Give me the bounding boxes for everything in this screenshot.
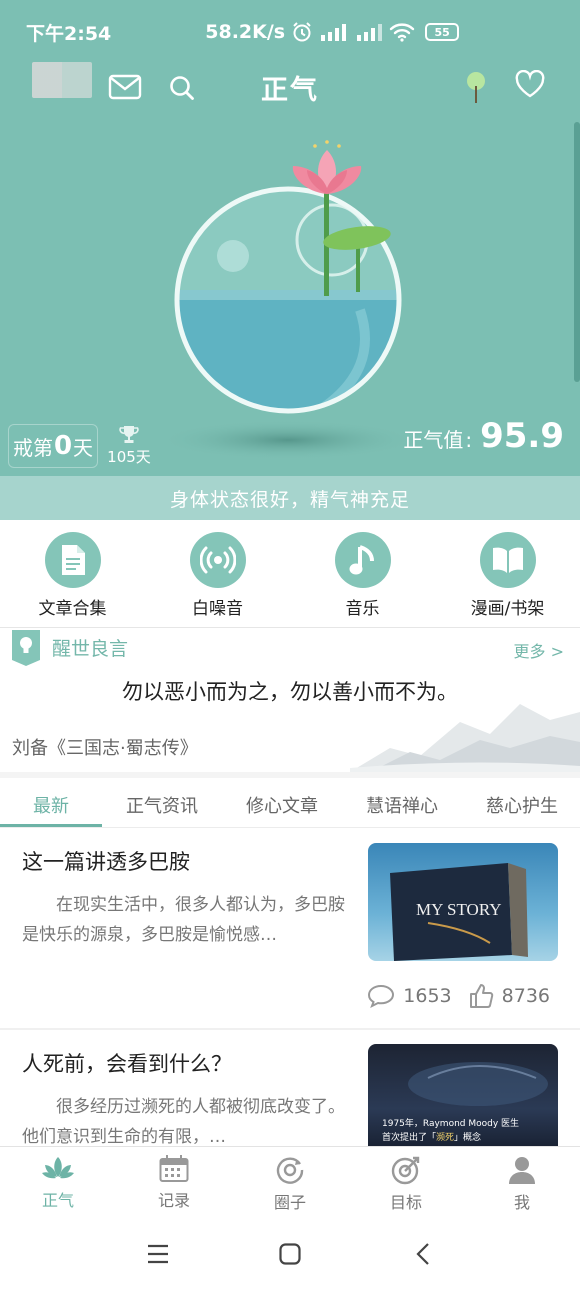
article-stats: 1653 8736 bbox=[367, 983, 550, 1009]
comment-count: 1653 bbox=[403, 985, 452, 1007]
person-icon bbox=[509, 1157, 535, 1184]
streak-suffix: 天 bbox=[73, 435, 94, 460]
tab-compassion[interactable]: 慈心护生 bbox=[462, 778, 580, 827]
eye-closeup-illustration: 1975年，Raymond Moody 医生 首次提出了「濒死」概念 bbox=[382, 1062, 548, 1143]
system-navigation-bar bbox=[0, 1222, 580, 1289]
tab-zen-words[interactable]: 慧语禅心 bbox=[342, 778, 462, 827]
thumbnail-caption: 1975年，Raymond Moody 医生 bbox=[382, 1117, 519, 1129]
lotus-orb-illustration bbox=[158, 140, 418, 460]
thumbnail-caption-2: 首次提出了「濒死」概念 bbox=[382, 1131, 481, 1143]
article-title: 这一篇讲透多巴胺 bbox=[22, 850, 190, 874]
score-value: 95.9 bbox=[480, 416, 564, 456]
battery-icon: 55 bbox=[425, 23, 460, 41]
top-nav: 正气 bbox=[0, 58, 580, 118]
calendar-icon bbox=[159, 1155, 189, 1182]
record-badge[interactable]: 105天 bbox=[104, 424, 154, 467]
streak-prefix: 戒第 bbox=[12, 435, 53, 460]
quick-link-articles[interactable]: 文章合集 bbox=[0, 520, 145, 626]
heart-icon[interactable] bbox=[514, 70, 546, 98]
article-thumbnail: 1975年，Raymond Moody 医生 首次提出了「濒死」概念 bbox=[368, 1044, 558, 1146]
article-title: 人死前，会看到什么？ bbox=[22, 1052, 232, 1076]
quote-section-title: 醒世良言 bbox=[52, 638, 129, 660]
quick-links: 文章合集 白噪音 音乐 漫画/书架 bbox=[0, 520, 580, 626]
article-excerpt: 在现实生活中，很多人都认为，多巴胺是快乐的源泉，多巴胺是愉悦感… bbox=[22, 895, 345, 945]
signal-hd-icon bbox=[321, 24, 347, 41]
hero-section: 下午2:54 58.2K/s 55 正气 戒第 0 天 105天 正气值: 9… bbox=[0, 0, 580, 520]
quote-author: 刘备《三国志·蜀志传》 bbox=[12, 738, 198, 759]
quick-link-label: 漫画/书架 bbox=[470, 599, 545, 619]
nav-label: 我 bbox=[513, 1193, 530, 1212]
tab-mind-articles[interactable]: 修心文章 bbox=[222, 778, 342, 827]
book-cover-illustration: MY STORY bbox=[390, 863, 528, 961]
lotus-icon bbox=[42, 1157, 74, 1179]
article-card[interactable]: 这一篇讲透多巴胺 在现实生活中，很多人都认为，多巴胺是快乐的源泉，多巴胺是愉悦感… bbox=[0, 828, 580, 1028]
page-title: 正气 bbox=[261, 75, 319, 106]
nav-label: 目标 bbox=[389, 1193, 422, 1212]
quote-text: 勿以恶小而为之，勿以善小而不为。 bbox=[122, 680, 458, 704]
article-thumbnail: MY STORY bbox=[368, 843, 558, 961]
back-icon[interactable] bbox=[412, 1242, 436, 1266]
circle-community-icon bbox=[276, 1157, 304, 1184]
menu-icon[interactable] bbox=[146, 1242, 170, 1266]
tab-latest[interactable]: 最新 bbox=[0, 778, 102, 827]
article-excerpt: 很多经历过濒死的人都被彻底改变了。 他们意识到生命的有限，… bbox=[22, 1097, 345, 1146]
nav-label: 记录 bbox=[157, 1191, 190, 1210]
comment-icon[interactable] bbox=[367, 984, 395, 1008]
article-card[interactable]: 人死前，会看到什么？ 很多经历过濒死的人都被彻底改变了。 他们意识到生命的有限，… bbox=[0, 1030, 580, 1146]
document-icon bbox=[44, 532, 101, 588]
quick-link-music[interactable]: 音乐 bbox=[290, 520, 435, 626]
quick-link-comics-books[interactable]: 漫画/书架 bbox=[435, 520, 580, 626]
score-colon: : bbox=[465, 428, 473, 452]
target-icon bbox=[391, 1156, 420, 1185]
quick-link-label: 文章合集 bbox=[38, 599, 107, 619]
signal-icon bbox=[357, 24, 383, 41]
book-icon bbox=[479, 532, 536, 588]
music-note-icon bbox=[334, 532, 391, 588]
score-display: 正气值 : 95.9 bbox=[403, 416, 564, 456]
broadcast-icon bbox=[189, 532, 246, 588]
score-label: 正气值 bbox=[403, 428, 464, 452]
record-days: 105天 bbox=[107, 448, 151, 466]
quote-card[interactable]: 醒世良言 更多 > 勿以恶小而为之，勿以善小而不为。 刘备《三国志·蜀志传》 bbox=[0, 628, 580, 772]
nav-label: 正气 bbox=[41, 1191, 74, 1210]
active-tab-indicator bbox=[0, 824, 102, 827]
home-icon[interactable] bbox=[278, 1242, 302, 1266]
scroll-indicator bbox=[574, 122, 580, 382]
like-icon[interactable] bbox=[468, 983, 494, 1009]
like-count: 8736 bbox=[501, 985, 550, 1007]
nav-home[interactable]: 正气 bbox=[0, 1147, 116, 1222]
thumbnail-text: MY STORY bbox=[416, 900, 502, 919]
nav-records[interactable]: 记录 bbox=[116, 1147, 232, 1222]
nav-label: 圈子 bbox=[273, 1193, 306, 1212]
trophy-icon bbox=[119, 426, 139, 443]
streak-counter[interactable]: 戒第 0 天 bbox=[8, 424, 98, 468]
quick-link-label: 音乐 bbox=[345, 599, 380, 619]
network-speed: 58.2K/s bbox=[205, 21, 286, 43]
streak-days: 0 bbox=[53, 431, 73, 461]
quote-more-link[interactable]: 更多 > bbox=[514, 638, 565, 662]
nav-goals[interactable]: 目标 bbox=[348, 1147, 464, 1222]
tree-icon[interactable] bbox=[464, 70, 488, 104]
status-time: 下午2:54 bbox=[26, 22, 112, 45]
tab-news[interactable]: 正气资讯 bbox=[102, 778, 222, 827]
nav-me[interactable]: 我 bbox=[464, 1147, 580, 1222]
status-bar: 下午2:54 58.2K/s 55 bbox=[0, 0, 580, 64]
category-tabs: 最新 正气资讯 修心文章 慧语禅心 慈心护生 bbox=[0, 778, 580, 828]
lightbulb-badge-icon bbox=[12, 630, 40, 666]
body-status-message: 身体状态很好，精气神充足 bbox=[0, 476, 580, 520]
status-icons: 55 bbox=[291, 21, 460, 43]
bottom-nav: 正气 记录 圈子 目标 我 bbox=[0, 1146, 580, 1222]
alarm-icon bbox=[293, 22, 311, 42]
quick-link-white-noise[interactable]: 白噪音 bbox=[145, 520, 290, 626]
nav-community[interactable]: 圈子 bbox=[232, 1147, 348, 1222]
quick-link-label: 白噪音 bbox=[192, 599, 243, 619]
wifi-icon bbox=[389, 23, 415, 42]
